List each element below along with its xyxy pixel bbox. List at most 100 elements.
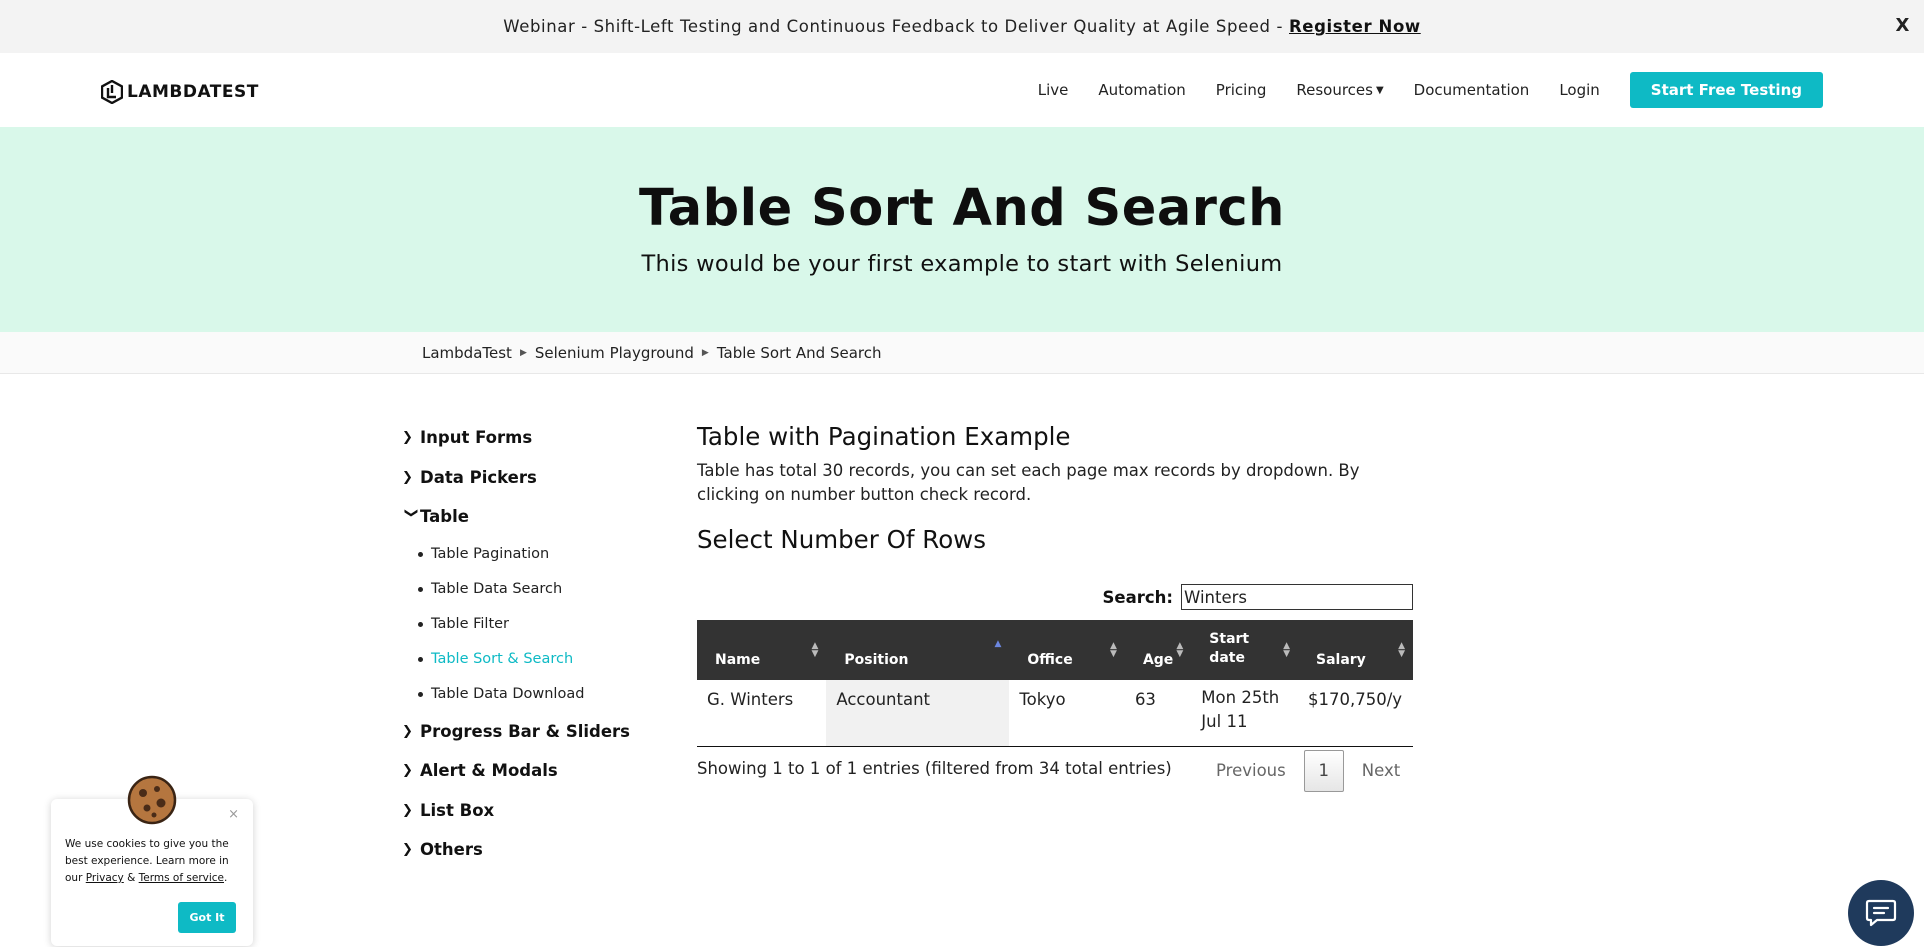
- terms-of-service-link[interactable]: Terms of service: [139, 872, 224, 884]
- breadcrumb: LambdaTest ▶ Selenium Playground ▶ Table…: [0, 332, 1924, 374]
- table-header-row: Name ▲ ▼ Position ▲ Office ▲ ▼ Age ▲ ▼ Star…: [697, 620, 1413, 680]
- sort-icon: ▲ ▼: [1283, 641, 1290, 659]
- column-header-label: Start date: [1209, 631, 1250, 666]
- breadcrumb-separator-icon: ▶: [519, 348, 527, 358]
- announcement-bar: Webinar - Shift-Left Testing and Continu…: [0, 0, 1924, 53]
- sidebar-item-label: Input Forms: [420, 428, 533, 448]
- sidebar-subitem-table-data-download[interactable]: Table Data Download: [402, 677, 642, 712]
- column-header-salary[interactable]: Salary ▲ ▼: [1297, 620, 1413, 680]
- sidebar-item-label: Alert & Modals: [420, 761, 558, 781]
- chevron-right-icon: ❯: [402, 802, 413, 818]
- cell-position: Accountant: [826, 680, 1010, 747]
- sort-icon: ▲ ▼: [811, 641, 819, 659]
- sidebar-item-others[interactable]: ❯ Others: [402, 830, 642, 870]
- sidebar-subitem-table-filter[interactable]: Table Filter: [402, 607, 642, 642]
- table-info: Showing 1 to 1 of 1 entries (filtered fr…: [697, 759, 1172, 778]
- bullet-icon: [418, 691, 423, 697]
- column-header-name[interactable]: Name ▲ ▼: [697, 620, 827, 680]
- sidebar-item-table[interactable]: ❯ Table: [402, 497, 642, 537]
- cookie-close-icon[interactable]: ×: [228, 807, 239, 822]
- sidebar-subitem-table-sort-search[interactable]: Table Sort & Search: [402, 642, 642, 677]
- nav-pricing[interactable]: Pricing: [1216, 81, 1267, 99]
- section-subheading: Select Number Of Rows: [697, 525, 986, 554]
- column-header-label: Age: [1142, 652, 1174, 668]
- search-label: Search:: [1102, 587, 1173, 607]
- sidebar-item-label: Others: [420, 840, 483, 860]
- column-header-start-date[interactable]: Start date ▲ ▼: [1191, 620, 1298, 680]
- nav-login[interactable]: Login: [1559, 81, 1599, 99]
- nav-resources[interactable]: Resources ▼: [1296, 81, 1383, 99]
- chevron-right-icon: ❯: [402, 763, 413, 779]
- sidebar: ❯ Input Forms ❯ Data Pickers ❯ Table Tab…: [402, 418, 642, 870]
- column-header-label: Salary: [1315, 652, 1366, 668]
- sidebar-item-label: List Box: [420, 800, 495, 820]
- cookie-icon: [127, 775, 177, 825]
- bullet-icon: [418, 656, 423, 662]
- chat-icon: [1865, 899, 1897, 927]
- column-header-position[interactable]: Position ▲: [826, 620, 1010, 680]
- nav-documentation[interactable]: Documentation: [1414, 81, 1530, 99]
- column-header-label: Office: [1027, 652, 1073, 668]
- cookie-period: .: [224, 872, 228, 884]
- top-nav: LAMBDATEST Live Automation Pricing Resou…: [0, 53, 1924, 127]
- breadcrumb-selenium-playground[interactable]: Selenium Playground: [535, 344, 694, 362]
- announcement-text: Webinar - Shift-Left Testing and Continu…: [503, 17, 1283, 36]
- sidebar-subitem-table-pagination[interactable]: Table Pagination: [402, 537, 642, 572]
- column-header-age[interactable]: Age ▲ ▼: [1124, 620, 1192, 680]
- sidebar-item-list-box[interactable]: ❯ List Box: [402, 791, 642, 831]
- next-button[interactable]: Next: [1344, 750, 1418, 792]
- sidebar-subitem-label: Table Filter: [431, 616, 510, 632]
- cell-office: Tokyo: [1009, 680, 1125, 747]
- table-row: G. Winters Accountant Tokyo 63 Mon 25th …: [697, 680, 1413, 747]
- chevron-right-icon: ❯: [402, 842, 413, 858]
- column-header-office[interactable]: Office ▲ ▼: [1009, 620, 1125, 680]
- table-search: Search:: [697, 584, 1413, 610]
- page-button-1[interactable]: 1: [1303, 750, 1344, 792]
- nav-menu: Live Automation Pricing Resources ▼ Docu…: [1008, 53, 1924, 127]
- previous-button[interactable]: Previous: [1198, 750, 1304, 792]
- cookie-accept-button[interactable]: Got It: [178, 902, 236, 933]
- sort-icon: ▲ ▼: [1176, 641, 1184, 659]
- sidebar-item-data-pickers[interactable]: ❯ Data Pickers: [402, 458, 642, 498]
- section-heading: Table with Pagination Example: [697, 422, 1071, 451]
- sidebar-item-label: Table: [420, 507, 469, 527]
- bullet-icon: [418, 586, 423, 592]
- breadcrumb-lambdatest[interactable]: LambdaTest: [422, 344, 512, 362]
- cell-age: 63: [1124, 680, 1192, 747]
- cookie-ampersand: &: [127, 872, 136, 884]
- page-title: Table Sort And Search: [639, 179, 1285, 238]
- search-input[interactable]: [1181, 584, 1413, 610]
- sidebar-item-label: Progress Bar & Sliders: [420, 721, 630, 741]
- cell-start-date: Mon 25th Jul 11: [1191, 680, 1298, 747]
- lambdatest-logo[interactable]: LAMBDATEST: [101, 80, 259, 104]
- bullet-icon: [418, 621, 423, 627]
- chat-widget-button[interactable]: [1848, 880, 1914, 946]
- close-icon[interactable]: X: [1896, 15, 1910, 36]
- main-content: Table with Pagination Example Table has …: [697, 418, 1413, 554]
- sidebar-item-alert-modals[interactable]: ❯ Alert & Modals: [402, 751, 642, 791]
- register-now-link[interactable]: Register Now: [1289, 17, 1421, 36]
- breadcrumb-separator-icon: ▶: [701, 348, 709, 358]
- chevron-down-icon: ❯: [403, 507, 419, 519]
- chevron-down-icon: ▼: [1375, 84, 1384, 96]
- nav-resources-label: Resources: [1296, 81, 1373, 99]
- start-free-testing-button[interactable]: Start Free Testing: [1629, 72, 1823, 108]
- chevron-right-icon: ❯: [402, 430, 413, 446]
- sort-icon: ▲ ▼: [1110, 641, 1117, 659]
- cookie-consent: × We use cookies to give you the best ex…: [51, 775, 253, 946]
- sidebar-item-input-forms[interactable]: ❯ Input Forms: [402, 418, 642, 458]
- sidebar-subitem-label: Table Data Download: [431, 686, 585, 702]
- sidebar-item-label: Data Pickers: [420, 467, 537, 487]
- sidebar-subitem-label: Table Data Search: [431, 581, 563, 597]
- sort-icon: ▲ ▼: [1398, 641, 1405, 659]
- nav-automation[interactable]: Automation: [1098, 81, 1185, 99]
- sidebar-subitem-table-data-search[interactable]: Table Data Search: [402, 572, 642, 607]
- logo-text: LAMBDATEST: [127, 82, 259, 102]
- chevron-right-icon: ❯: [402, 469, 413, 485]
- hero-banner: Table Sort And Search This would be your…: [0, 127, 1924, 332]
- privacy-link[interactable]: Privacy: [86, 872, 124, 884]
- logo-icon: [101, 80, 123, 104]
- column-header-label: Name: [715, 652, 761, 668]
- nav-live[interactable]: Live: [1038, 81, 1069, 99]
- sidebar-item-progress-bar-sliders[interactable]: ❯ Progress Bar & Sliders: [402, 712, 642, 752]
